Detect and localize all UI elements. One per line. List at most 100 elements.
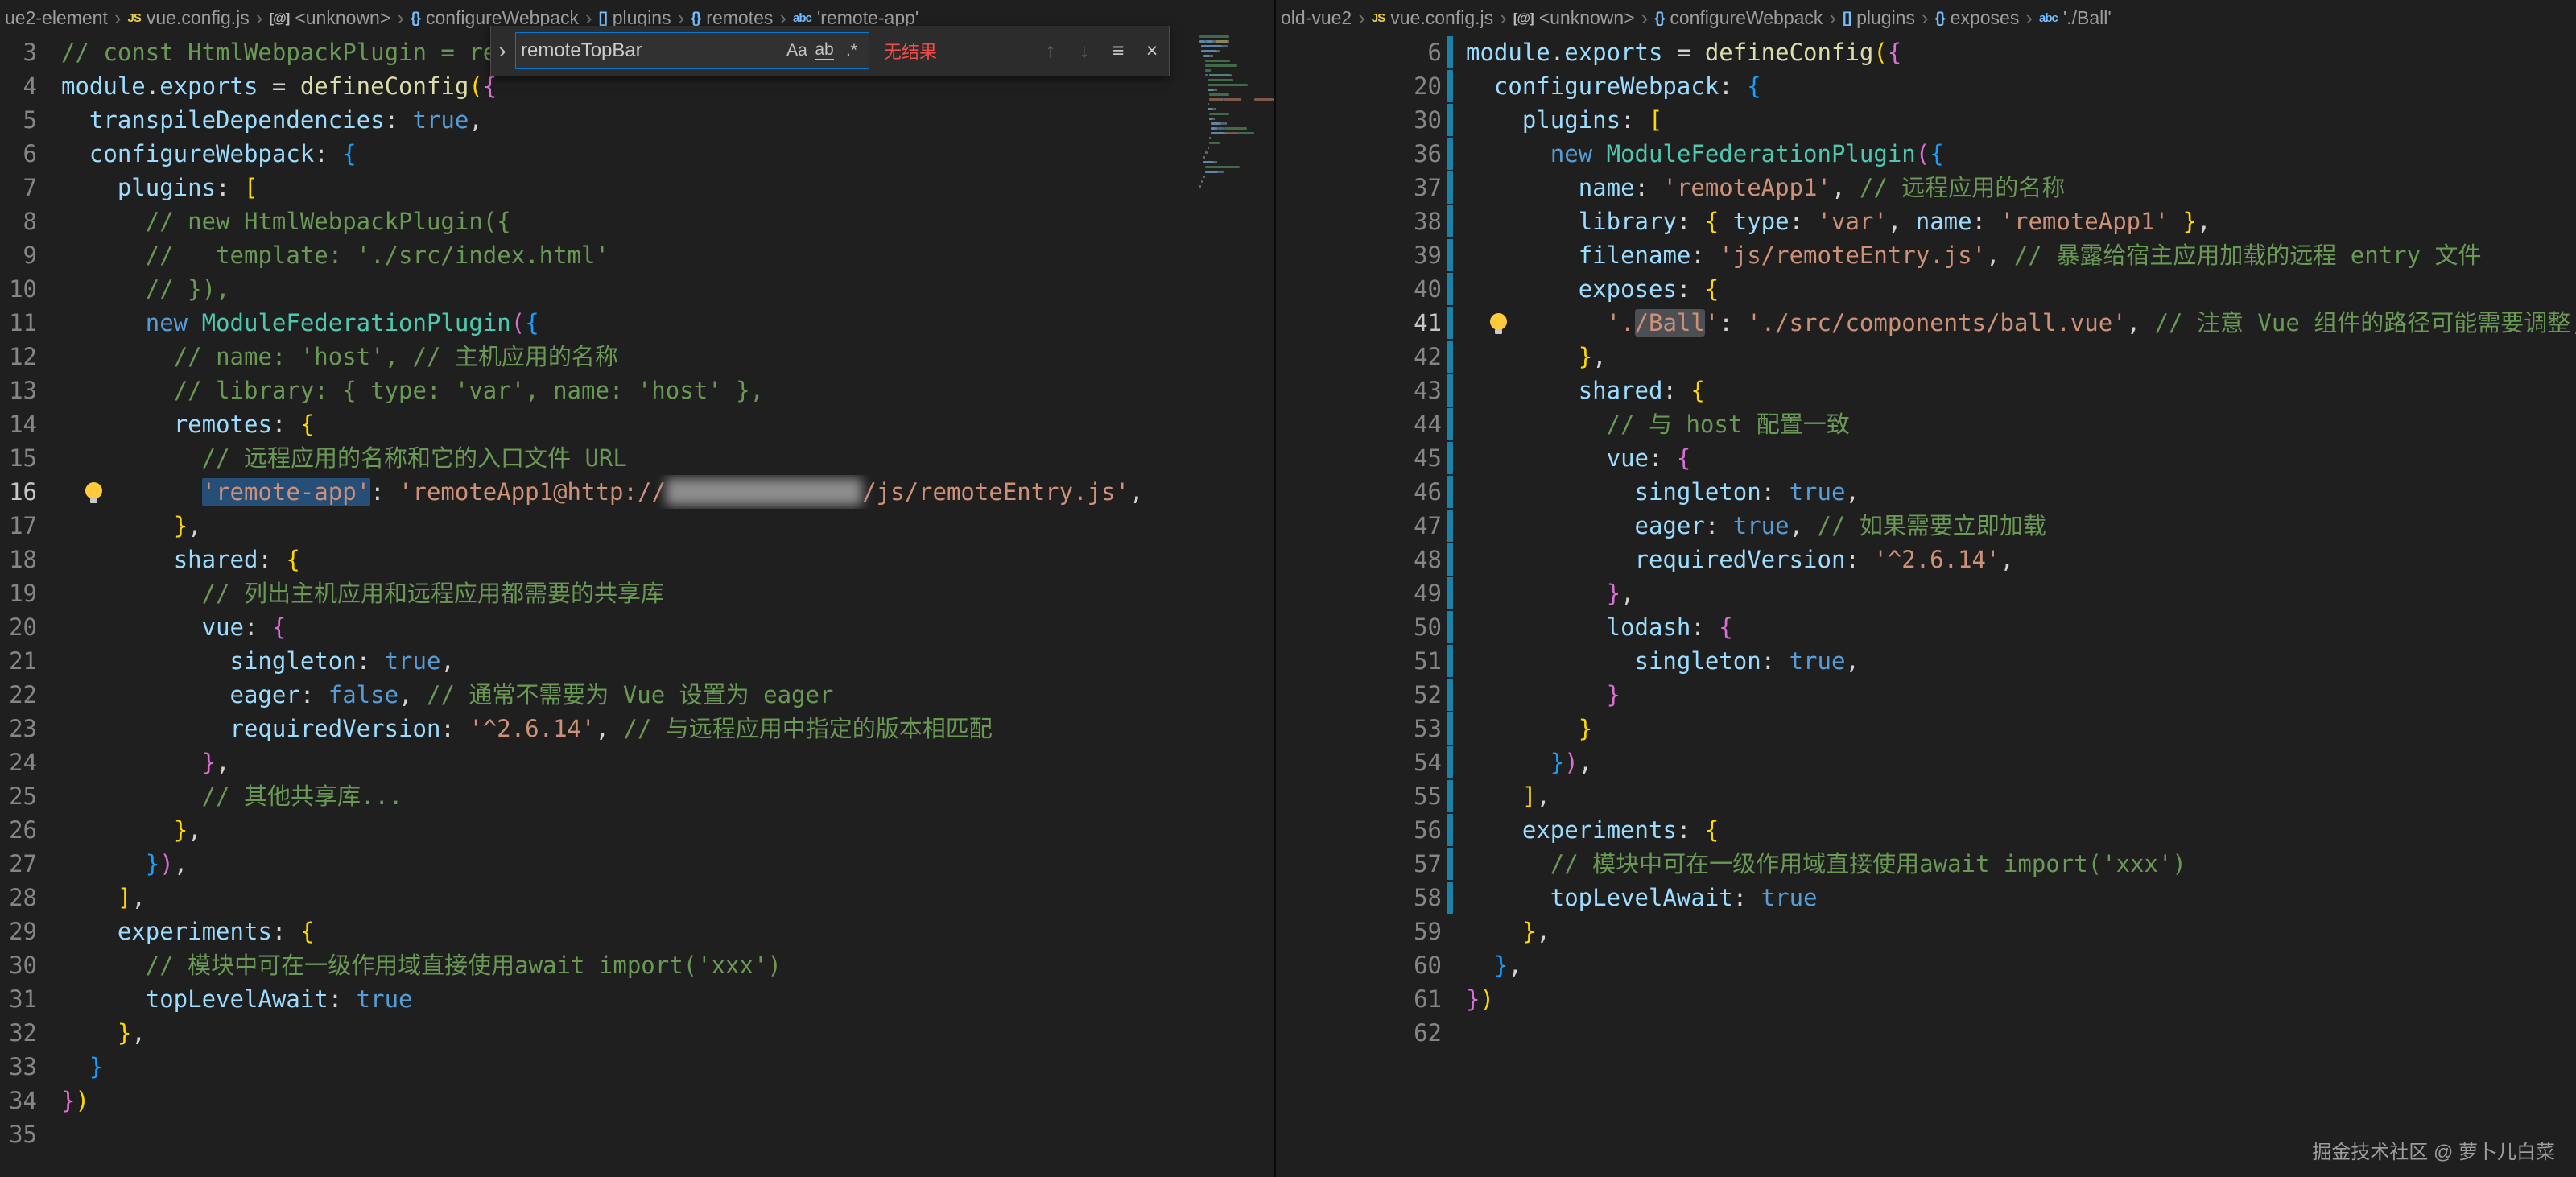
code-line-20[interactable]: 20 vue: { — [0, 610, 1274, 644]
code-line-42[interactable]: 42 }, — [1276, 340, 2576, 374]
modified-gutter-indicator — [1445, 407, 1455, 441]
code-editor-right[interactable]: 6module.exports = defineConfig({20 confi… — [1276, 35, 2576, 1050]
code-line-12[interactable]: 12 // name: 'host', // 主机应用的名称 — [0, 340, 1274, 374]
breadcrumb-item-exposes[interactable]: {}exposes — [1935, 7, 2020, 29]
code-line-25[interactable]: 25 // 其他共享库... — [0, 779, 1274, 813]
code-line-17[interactable]: 17 }, — [0, 509, 1274, 543]
toggle-replace-button[interactable]: › — [491, 26, 514, 76]
breadcrumb-item-unknown[interactable]: [@]<unknown> — [269, 7, 390, 29]
line-number: 25 — [0, 779, 37, 813]
code-text: } — [50, 1050, 103, 1084]
minimap-line — [1199, 137, 1274, 139]
code-line-48[interactable]: 48 requiredVersion: '^2.6.14', — [1276, 543, 2576, 576]
code-line-34[interactable]: 34}) — [0, 1084, 1274, 1117]
code-line-54[interactable]: 54 }), — [1276, 745, 2576, 779]
breadcrumb-label: old-vue2 — [1281, 7, 1352, 29]
code-line-5[interactable]: 5 transpileDependencies: true, — [0, 103, 1274, 137]
breadcrumb-item-configurewebpack[interactable]: {}configureWebpack — [1654, 7, 1823, 29]
lightbulb-icon[interactable] — [85, 482, 102, 499]
find-previous-button[interactable]: ↑ — [1034, 34, 1067, 68]
find-widget: › Aa ab .* 无结果 ↑ ↓ — [490, 26, 1170, 76]
code-line-6[interactable]: 6 configureWebpack: { — [0, 137, 1274, 171]
minimap-line — [1199, 108, 1274, 110]
minimap[interactable] — [1199, 35, 1274, 1177]
code-line-13[interactable]: 13 // library: { type: 'var', name: 'hos… — [0, 374, 1274, 407]
code-line-24[interactable]: 24 }, — [0, 745, 1274, 779]
arrow-up-icon: ↑ — [1046, 39, 1056, 63]
match-case-toggle[interactable]: Aa — [783, 37, 811, 64]
code-line-40[interactable]: 40 exposes: { — [1276, 272, 2576, 306]
code-line-9[interactable]: 9 // template: './src/index.html' — [0, 238, 1274, 272]
code-line-44[interactable]: 44 // 与 host 配置一致 — [1276, 407, 2576, 441]
breadcrumb-item-vue-config-js[interactable]: JSvue.config.js — [1372, 7, 1493, 29]
find-in-selection-button[interactable]: ≡ — [1101, 34, 1135, 68]
find-input[interactable] — [519, 39, 783, 63]
code-line-14[interactable]: 14 remotes: { — [0, 407, 1274, 441]
code-line-19[interactable]: 19 // 列出主机应用和远程应用都需要的共享库 — [0, 576, 1274, 610]
code-line-30[interactable]: 30 plugins: [ — [1276, 103, 2576, 137]
breadcrumb-item-ue2-element[interactable]: ue2-element — [5, 7, 108, 29]
code-line-56[interactable]: 56 experiments: { — [1276, 813, 2576, 847]
code-line-47[interactable]: 47 eager: true, // 如果需要立即加载 — [1276, 509, 2576, 543]
code-line-36[interactable]: 36 new ModuleFederationPlugin({ — [1276, 137, 2576, 171]
js-badge-icon: JS — [128, 12, 141, 24]
code-line-39[interactable]: 39 filename: 'js/remoteEntry.js', // 暴露给… — [1276, 238, 2576, 272]
code-line-10[interactable]: 10 // }), — [0, 272, 1274, 306]
code-line-43[interactable]: 43 shared: { — [1276, 374, 2576, 407]
breadcrumb-item-old-vue2[interactable]: old-vue2 — [1281, 7, 1352, 29]
code-line-29[interactable]: 29 experiments: { — [0, 915, 1274, 948]
code-editor-left[interactable]: 3// const HtmlWebpackPlugin = re4module.… — [0, 35, 1274, 1151]
regex-toggle[interactable]: .* — [838, 37, 865, 64]
code-line-45[interactable]: 45 vue: { — [1276, 441, 2576, 475]
modified-gutter-indicator — [1445, 171, 1455, 204]
find-next-button[interactable]: ↓ — [1067, 34, 1101, 68]
code-line-8[interactable]: 8 // new HtmlWebpackPlugin({ — [0, 204, 1274, 238]
code-line-60[interactable]: 60 }, — [1276, 948, 2576, 982]
code-line-21[interactable]: 21 singleton: true, — [0, 644, 1274, 678]
code-line-52[interactable]: 52 } — [1276, 678, 2576, 712]
code-line-28[interactable]: 28 ], — [0, 881, 1274, 915]
code-line-33[interactable]: 33 } — [0, 1050, 1274, 1084]
code-line-35[interactable]: 35 — [0, 1117, 1274, 1151]
code-line-58[interactable]: 58 topLevelAwait: true — [1276, 881, 2576, 915]
breadcrumb-item-plugins[interactable]: []plugins — [1843, 7, 1915, 29]
code-line-37[interactable]: 37 name: 'remoteApp1', // 远程应用的名称 — [1276, 171, 2576, 204]
code-line-26[interactable]: 26 }, — [0, 813, 1274, 847]
code-line-46[interactable]: 46 singleton: true, — [1276, 475, 2576, 509]
code-line-18[interactable]: 18 shared: { — [0, 543, 1274, 576]
code-line-59[interactable]: 59 }, — [1276, 915, 2576, 948]
whole-word-toggle[interactable]: ab — [811, 37, 838, 64]
code-line-15[interactable]: 15 // 远程应用的名称和它的入口文件 URL — [0, 441, 1274, 475]
code-line-31[interactable]: 31 topLevelAwait: true — [0, 982, 1274, 1016]
code-line-41[interactable]: 41 './Ball': './src/components/ball.vue'… — [1276, 306, 2576, 340]
code-line-38[interactable]: 38 library: { type: 'var', name: 'remote… — [1276, 204, 2576, 238]
code-line-6[interactable]: 6module.exports = defineConfig({ — [1276, 35, 2576, 69]
code-text: // 模块中可在一级作用域直接使用await import('xxx') — [50, 948, 782, 982]
close-find-widget-button[interactable]: × — [1135, 34, 1169, 68]
breadcrumb-item-vue-config-js[interactable]: JSvue.config.js — [128, 7, 250, 29]
code-line-20[interactable]: 20 configureWebpack: { — [1276, 69, 2576, 103]
code-line-62[interactable]: 62 — [1276, 1016, 2576, 1050]
code-line-7[interactable]: 7 plugins: [ — [0, 171, 1274, 204]
breadcrumb-item-unknown[interactable]: [@]<unknown> — [1513, 7, 1635, 29]
code-line-32[interactable]: 32 }, — [0, 1016, 1274, 1050]
breadcrumb-item-ball[interactable]: abc'./Ball' — [2039, 7, 2112, 29]
code-line-57[interactable]: 57 // 模块中可在一级作用域直接使用await import('xxx') — [1276, 847, 2576, 881]
code-line-16[interactable]: 16 'remote-app': 'remoteApp1@http:// /js… — [0, 475, 1274, 509]
code-line-11[interactable]: 11 new ModuleFederationPlugin({ — [0, 306, 1274, 340]
code-line-27[interactable]: 27 }), — [0, 847, 1274, 881]
code-line-50[interactable]: 50 lodash: { — [1276, 610, 2576, 644]
code-line-51[interactable]: 51 singleton: true, — [1276, 644, 2576, 678]
modified-gutter-indicator — [1445, 678, 1455, 712]
code-line-53[interactable]: 53 } — [1276, 712, 2576, 745]
code-line-23[interactable]: 23 requiredVersion: '^2.6.14', // 与远程应用中… — [0, 712, 1274, 745]
gutter-decoration — [40, 948, 50, 982]
code-line-22[interactable]: 22 eager: false, // 通常不需要为 Vue 设置为 eager — [0, 678, 1274, 712]
lightbulb-icon[interactable] — [1490, 313, 1507, 330]
code-line-55[interactable]: 55 ], — [1276, 779, 2576, 813]
code-text: }, — [50, 509, 202, 543]
code-line-30[interactable]: 30 // 模块中可在一级作用域直接使用await import('xxx') — [0, 948, 1274, 982]
code-line-49[interactable]: 49 }, — [1276, 576, 2576, 610]
code-line-61[interactable]: 61}) — [1276, 982, 2576, 1016]
minimap-line — [1199, 40, 1274, 43]
